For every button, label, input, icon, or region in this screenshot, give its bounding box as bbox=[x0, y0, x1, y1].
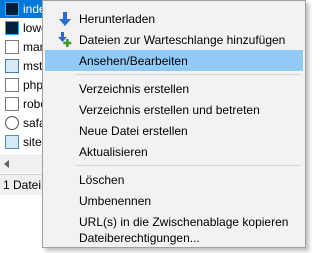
menu-item-label: Dateien zur Warteschlange hinzufügen bbox=[79, 32, 286, 47]
menu-item-label: Umbenennen bbox=[79, 193, 152, 208]
menu-item-create-directory[interactable]: Verzeichnis erstellen bbox=[45, 78, 303, 99]
menu-item-new-file[interactable]: Neue Datei erstellen bbox=[45, 120, 303, 141]
add-to-queue-icon bbox=[58, 32, 72, 47]
menu-item-refresh[interactable]: Aktualisieren bbox=[45, 141, 303, 162]
menu-item-rename[interactable]: Umbenennen bbox=[45, 190, 303, 211]
menu-item-delete[interactable]: Löschen bbox=[45, 169, 303, 190]
filezilla-window: index lowe man msti php. robo safar site… bbox=[0, 0, 320, 253]
menu-separator bbox=[75, 165, 301, 166]
menu-item-label: Verzeichnis erstellen bbox=[79, 81, 190, 96]
menu-item-add-to-queue[interactable]: Dateien zur Warteschlange hinzufügen bbox=[45, 29, 303, 50]
menu-item-label: Ansehen/Bearbeiten bbox=[79, 53, 188, 68]
menu-item-label: Neue Datei erstellen bbox=[79, 123, 188, 138]
menu-item-create-and-enter-directory[interactable]: Verzeichnis erstellen und betreten bbox=[45, 99, 303, 120]
photoshop-file-icon bbox=[5, 21, 19, 35]
menu-separator bbox=[75, 74, 301, 75]
menu-item-label: Dateiberechtigungen... bbox=[79, 230, 200, 245]
menu-item-label: Verzeichnis erstellen und betreten bbox=[79, 102, 260, 117]
menu-item-download[interactable]: Herunterladen bbox=[45, 8, 303, 29]
menu-item-label: Herunterladen bbox=[79, 11, 156, 26]
photoshop-file-icon bbox=[5, 2, 19, 16]
image-file-icon bbox=[5, 59, 19, 73]
document-file-icon bbox=[5, 78, 19, 92]
menu-item-label: Aktualisieren bbox=[79, 144, 148, 159]
download-arrow-icon bbox=[59, 12, 71, 26]
document-file-icon bbox=[5, 40, 19, 54]
scroll-left-arrow-icon[interactable] bbox=[4, 160, 9, 168]
context-menu: Herunterladen Dateien zur Warteschlange … bbox=[42, 0, 306, 248]
menu-item-file-permissions[interactable]: Dateiberechtigungen... bbox=[45, 227, 303, 248]
menu-item-label: Löschen bbox=[79, 172, 125, 187]
sitemap-file-icon bbox=[5, 135, 19, 149]
safari-file-icon bbox=[5, 116, 19, 130]
document-file-icon bbox=[5, 97, 19, 111]
menu-item-view-edit[interactable]: Ansehen/Bearbeiten bbox=[45, 50, 303, 71]
